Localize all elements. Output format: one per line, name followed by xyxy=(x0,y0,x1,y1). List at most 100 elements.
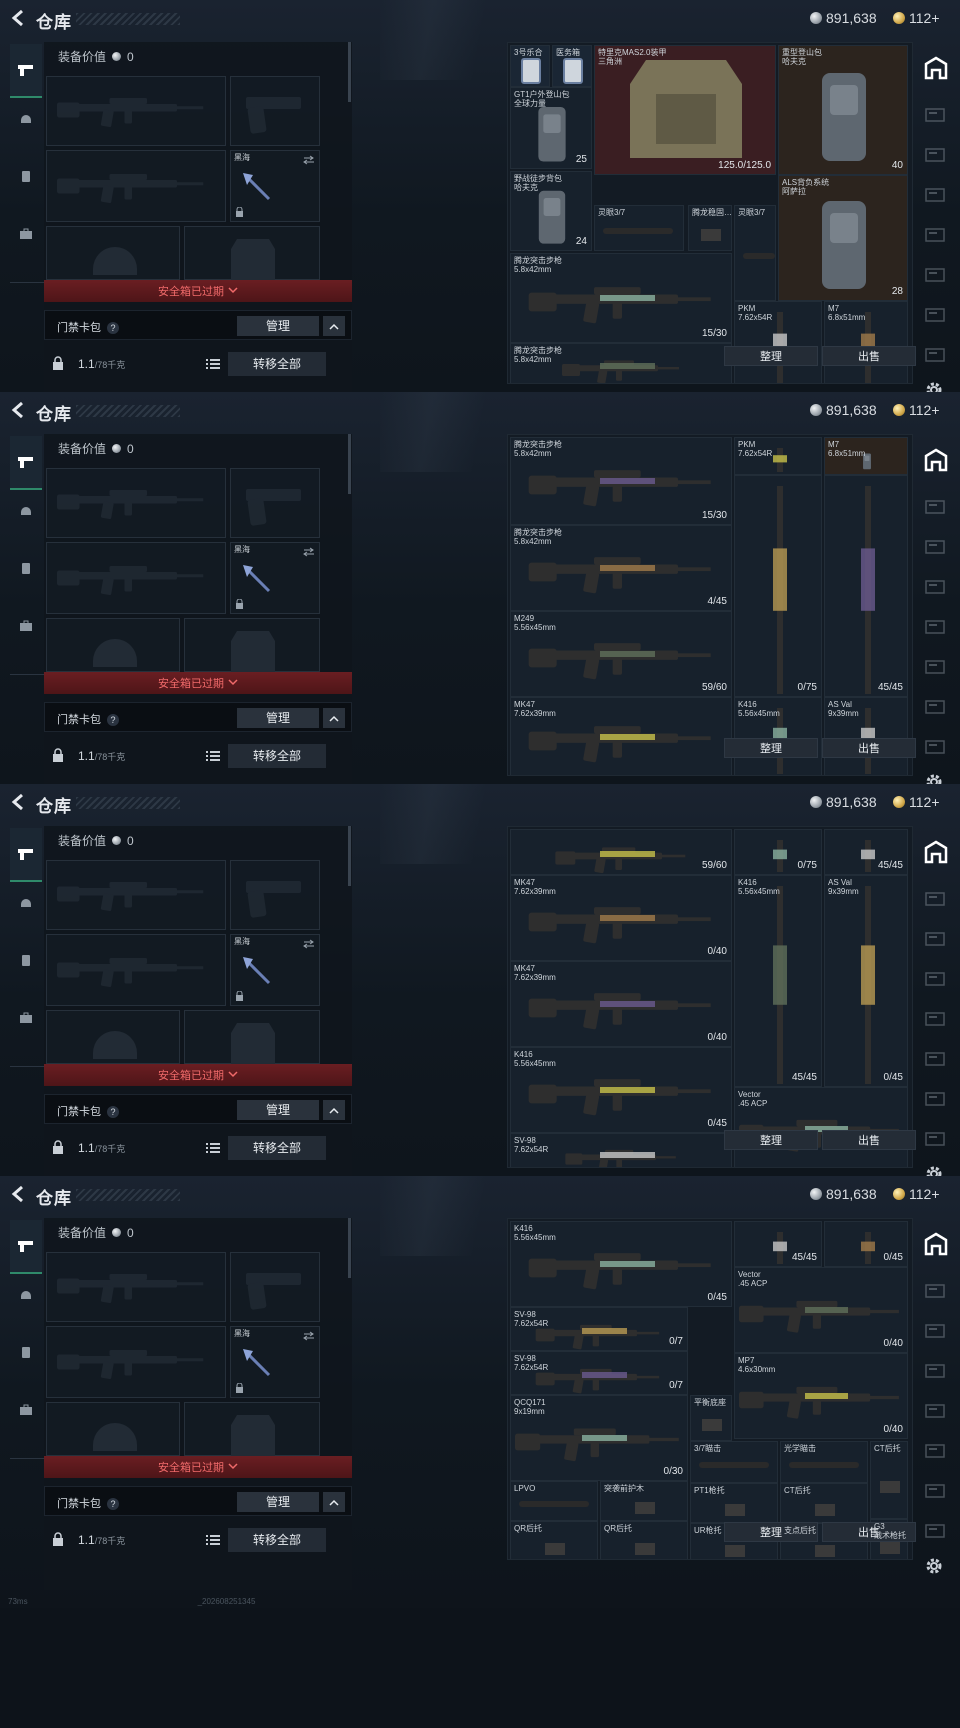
loadout-scrollbar[interactable] xyxy=(348,1218,351,1278)
stash-item[interactable]: Vector .45 ACP 0/40 xyxy=(734,1267,908,1353)
tab-weapons[interactable] xyxy=(10,1220,42,1274)
gold-balance[interactable]: 112+ xyxy=(893,794,940,810)
stash-item[interactable]: PKM 7.62x54R xyxy=(734,301,822,383)
expand-button[interactable] xyxy=(323,708,345,728)
stash-page-3-icon[interactable] xyxy=(924,1362,948,1380)
stash-item[interactable]: SV-98 7.62x54R 0/7 xyxy=(510,1351,688,1395)
stash-page-4-icon[interactable] xyxy=(924,618,948,636)
stash-page-3-icon[interactable] xyxy=(924,578,948,596)
help-icon[interactable]: ? xyxy=(107,1106,119,1118)
stash-page-2-icon[interactable] xyxy=(924,538,948,556)
tab-case[interactable] xyxy=(12,1396,40,1424)
sidearm-slot[interactable] xyxy=(230,860,320,930)
stash-item[interactable]: MK47 7.62x39mm 0/40 xyxy=(510,875,732,961)
stash-item[interactable]: 45/45 xyxy=(824,829,908,875)
expand-button[interactable] xyxy=(323,1100,345,1120)
stash-item[interactable]: MK47 7.62x39mm 0/40 xyxy=(510,961,732,1047)
stash-page-3-icon[interactable] xyxy=(924,970,948,988)
loadout-scrollbar[interactable] xyxy=(348,42,351,102)
stash-item[interactable]: SV-98 7.62x54R 0/7 xyxy=(510,1307,688,1351)
tab-case[interactable] xyxy=(12,1004,40,1032)
sidearm-slot[interactable] xyxy=(230,1252,320,1322)
stash-item[interactable]: 45/45 xyxy=(734,1221,822,1267)
tab-case[interactable] xyxy=(12,220,40,248)
stash-item[interactable]: GT1户外登山包 全球力量 25 xyxy=(510,87,592,169)
stash-item[interactable]: K416 5.56x45mm 0/45 xyxy=(510,1047,732,1133)
silver-balance[interactable]: 891,638 xyxy=(810,402,877,418)
stash-grid[interactable]: 59/60 0/75 45/45 MK47 7.62x39mm 0/40 K416 5.… xyxy=(507,826,913,1168)
stash-item[interactable]: 腾龙稳固… xyxy=(688,205,732,251)
armor-slot[interactable] xyxy=(184,1010,320,1065)
stash-page-3-icon[interactable] xyxy=(924,186,948,204)
stash-item[interactable]: QR后托 xyxy=(510,1521,598,1559)
back-arrow-icon[interactable] xyxy=(10,401,26,419)
armor-slot[interactable] xyxy=(184,226,320,281)
list-icon[interactable] xyxy=(204,1140,222,1156)
stash-item[interactable]: K416 5.56x45mm 0/45 xyxy=(510,1221,732,1307)
stash-icon[interactable] xyxy=(922,838,950,866)
sort-button[interactable]: 整理 xyxy=(724,1130,818,1150)
primary-weapon-slot[interactable] xyxy=(46,1252,226,1322)
transfer-all-button[interactable]: 转移全部 xyxy=(228,352,326,376)
stash-page-1-icon[interactable] xyxy=(924,498,948,516)
stash-item[interactable]: 45/45 xyxy=(824,475,908,697)
stash-item[interactable]: AS Val 9x39mm 0/45 xyxy=(824,875,908,1087)
stash-page-4-icon[interactable] xyxy=(924,226,948,244)
stash-page-1-icon[interactable] xyxy=(924,106,948,124)
helmet-slot[interactable] xyxy=(46,226,180,280)
armor-slot[interactable] xyxy=(184,1402,320,1457)
stash-item[interactable]: G3 战术枪托 xyxy=(870,1519,908,1559)
back-arrow-icon[interactable] xyxy=(10,1185,26,1203)
swap-icon[interactable] xyxy=(303,155,315,165)
stash-item[interactable]: 0/75 xyxy=(734,829,822,875)
tab-helmet[interactable] xyxy=(12,1280,40,1308)
sort-button[interactable]: 整理 xyxy=(724,738,818,758)
sell-button[interactable]: 出售 xyxy=(822,738,916,758)
stash-page-2-icon[interactable] xyxy=(924,1322,948,1340)
stash-item[interactable]: 3/7瞄击 xyxy=(690,1441,778,1483)
stash-page-2-icon[interactable] xyxy=(924,930,948,948)
tab-armor[interactable] xyxy=(12,1338,40,1366)
stash-page-6-icon[interactable] xyxy=(924,1482,948,1500)
stash-item[interactable]: 3号乐合 xyxy=(510,45,550,87)
tab-helmet[interactable] xyxy=(12,888,40,916)
gear-icon[interactable] xyxy=(924,1556,944,1576)
melee-slot[interactable]: 黑海 xyxy=(230,934,320,1006)
tab-weapons[interactable] xyxy=(10,436,42,490)
stash-page-2-icon[interactable] xyxy=(924,146,948,164)
stash-item[interactable]: CT后托 xyxy=(780,1483,868,1523)
stash-page-4-icon[interactable] xyxy=(924,1402,948,1420)
manage-button[interactable]: 管理 xyxy=(237,708,319,728)
armor-slot[interactable] xyxy=(184,618,320,673)
tab-armor[interactable] xyxy=(12,946,40,974)
swap-icon[interactable] xyxy=(303,1331,315,1341)
sidearm-slot[interactable] xyxy=(230,76,320,146)
stash-item[interactable]: SV-98 7.62x54R xyxy=(510,1133,732,1167)
safe-box-expired-alert[interactable]: 安全箱已过期 xyxy=(44,672,352,694)
stash-page-6-icon[interactable] xyxy=(924,698,948,716)
stash-item[interactable]: 光学瞄击 xyxy=(780,1441,868,1483)
swap-icon[interactable] xyxy=(303,547,315,557)
stash-page-5-icon[interactable] xyxy=(924,1050,948,1068)
sell-button[interactable]: 出售 xyxy=(822,1130,916,1150)
stash-item[interactable]: 腾龙突击步枪 5.8x42mm 4/45 xyxy=(510,525,732,611)
stash-item[interactable]: 医务箱 xyxy=(552,45,592,87)
helmet-slot[interactable] xyxy=(46,1402,180,1456)
melee-slot[interactable]: 黑海 xyxy=(230,1326,320,1398)
stash-item[interactable]: 0/75 xyxy=(734,475,822,697)
stash-item[interactable]: M249 5.56x45mm 59/60 xyxy=(510,611,732,697)
transfer-all-button[interactable]: 转移全部 xyxy=(228,1528,326,1552)
transfer-all-button[interactable]: 转移全部 xyxy=(228,744,326,768)
primary-weapon-slot[interactable] xyxy=(46,468,226,538)
sell-button[interactable]: 出售 xyxy=(822,346,916,366)
secondary-weapon-slot[interactable] xyxy=(46,150,226,222)
tab-weapons[interactable] xyxy=(10,828,42,882)
stash-item[interactable]: K416 5.56x45mm xyxy=(734,697,822,775)
help-icon[interactable]: ? xyxy=(107,714,119,726)
primary-weapon-slot[interactable] xyxy=(46,860,226,930)
silver-balance[interactable]: 891,638 xyxy=(810,10,877,26)
gold-balance[interactable]: 112+ xyxy=(893,1186,940,1202)
stash-item[interactable]: M7 6.8x51mm xyxy=(824,437,908,475)
manage-button[interactable]: 管理 xyxy=(237,1100,319,1120)
stash-page-6-icon[interactable] xyxy=(924,1090,948,1108)
